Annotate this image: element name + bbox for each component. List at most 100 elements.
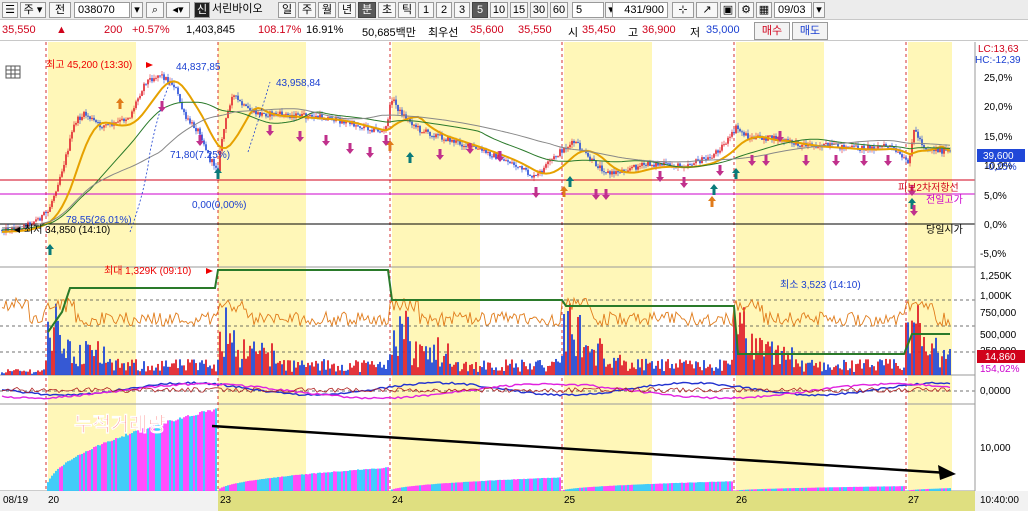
- interval-2[interactable]: 2: [436, 2, 452, 18]
- date-input[interactable]: 09/03: [774, 2, 812, 18]
- candle-body: [853, 145, 855, 147]
- volume-bar: [631, 362, 633, 375]
- axis-hc: HC:-12,39: [975, 55, 1021, 66]
- candle-body: [155, 77, 157, 79]
- candle-body: [359, 126, 361, 128]
- buy-arrow-icon: [708, 196, 716, 207]
- time-label-4: 25: [564, 495, 576, 506]
- candle-body: [547, 161, 549, 165]
- cumulative-volume-bar: [633, 484, 635, 491]
- volume-bar: [791, 347, 793, 375]
- volume-bar: [189, 362, 191, 375]
- interval-input[interactable]: 5: [572, 2, 604, 18]
- volume-bar: [87, 344, 89, 375]
- draw-tool-icon[interactable]: ↗: [696, 2, 718, 18]
- time-label-3: 24: [392, 495, 404, 506]
- tab-period-tick[interactable]: 틱: [398, 2, 416, 18]
- cumulative-volume-bar: [769, 488, 771, 491]
- candle-body: [549, 160, 551, 162]
- cumulative-volume-bar: [65, 462, 67, 491]
- volume-bar: [177, 368, 179, 375]
- candle-body: [655, 162, 657, 167]
- tab-period-month[interactable]: 월: [318, 2, 336, 18]
- interval-30[interactable]: 30: [530, 2, 548, 18]
- volume-bar: [911, 320, 913, 375]
- stock-code-input[interactable]: 038070: [74, 2, 130, 18]
- volume-bar: [387, 360, 389, 375]
- cumulative-volume-bar: [771, 488, 773, 491]
- volume-bar: [649, 362, 651, 375]
- volume-bar: [533, 366, 535, 375]
- cumulative-volume-bar: [593, 486, 595, 491]
- candle-body: [189, 118, 191, 124]
- candle-body: [579, 142, 581, 150]
- time-label-0: 08/19: [3, 495, 28, 506]
- volume-bar: [239, 367, 241, 375]
- code-dropdown-icon[interactable]: ▾: [131, 2, 143, 18]
- cumulative-volume-bar: [107, 441, 109, 491]
- tab-period-year[interactable]: 년: [338, 2, 356, 18]
- tab-period-day[interactable]: 일: [278, 2, 296, 18]
- volume-bar: [553, 362, 555, 375]
- volume-bar: [361, 362, 363, 375]
- cumulative-volume-bar: [833, 487, 835, 491]
- market-select[interactable]: 주 ▾: [20, 2, 46, 18]
- interval-15[interactable]: 15: [510, 2, 528, 18]
- volume-bar: [565, 351, 567, 375]
- date-dropdown-icon[interactable]: ▾: [813, 2, 825, 18]
- volume-bar: [695, 361, 697, 375]
- settings-icon[interactable]: ⚙: [738, 2, 754, 18]
- stock-chart[interactable]: 최고 45,200 (13:30) 44,837,85 43,958,84 71…: [0, 42, 1028, 511]
- sell-arrow-icon: [322, 135, 330, 146]
- candle-body: [735, 125, 737, 134]
- candle-body: [267, 116, 269, 118]
- candle-body: [177, 87, 179, 95]
- menu-icon[interactable]: ☰: [2, 2, 18, 18]
- price-change-pct: +0.57%: [132, 24, 170, 36]
- volume-bar: [581, 357, 583, 375]
- candle-body: [433, 136, 435, 138]
- candle-body: [463, 146, 465, 148]
- search-icon[interactable]: ⌕: [146, 2, 164, 18]
- cumulative-volume-bar: [367, 469, 369, 491]
- interval-3[interactable]: 3: [454, 2, 470, 18]
- calendar-icon[interactable]: ▦: [756, 2, 772, 18]
- cumulative-volume-bar: [59, 467, 61, 491]
- cumulative-volume-bar: [799, 488, 801, 491]
- cumulative-volume-bar: [481, 480, 483, 491]
- volume-bar: [885, 358, 887, 375]
- volume-bar: [627, 370, 629, 375]
- tab-period-week[interactable]: 주: [298, 2, 316, 18]
- volume-bar: [241, 358, 243, 375]
- candle-body: [55, 191, 57, 196]
- cumulative-volume-bar: [289, 475, 291, 491]
- cum-volume-label: 누적거래량: [74, 413, 167, 436]
- crosshair-icon[interactable]: ⊹: [672, 2, 694, 18]
- chart-grid-icon[interactable]: [5, 65, 21, 79]
- buy-button[interactable]: 매수: [754, 22, 790, 40]
- cumulative-volume-bar: [271, 477, 273, 491]
- speaker-icon[interactable]: ◂▾: [166, 2, 190, 18]
- volume-bar: [831, 369, 833, 375]
- volume-bar: [681, 362, 683, 375]
- cumulative-volume-bar: [735, 490, 737, 491]
- cumulative-volume-bar: [475, 481, 477, 491]
- tab-period-minute[interactable]: 분: [358, 2, 376, 18]
- cumulative-volume-bar: [621, 485, 623, 491]
- prev-button[interactable]: 전: [49, 2, 71, 18]
- interval-10[interactable]: 10: [490, 2, 508, 18]
- candle-body: [145, 83, 147, 85]
- cumulative-volume-bar: [895, 486, 897, 491]
- interval-60[interactable]: 60: [550, 2, 568, 18]
- sell-button[interactable]: 매도: [792, 22, 828, 40]
- interval-1[interactable]: 1: [418, 2, 434, 18]
- candle-body: [429, 131, 431, 136]
- interval-5[interactable]: 5: [472, 2, 488, 18]
- candle-body: [443, 139, 445, 141]
- tab-period-second[interactable]: 초: [378, 2, 396, 18]
- candle-body: [63, 164, 65, 172]
- save-icon[interactable]: ▣: [720, 2, 736, 18]
- candle-body: [187, 118, 189, 120]
- candle-body: [399, 109, 401, 112]
- cumulative-volume-bar: [699, 482, 701, 491]
